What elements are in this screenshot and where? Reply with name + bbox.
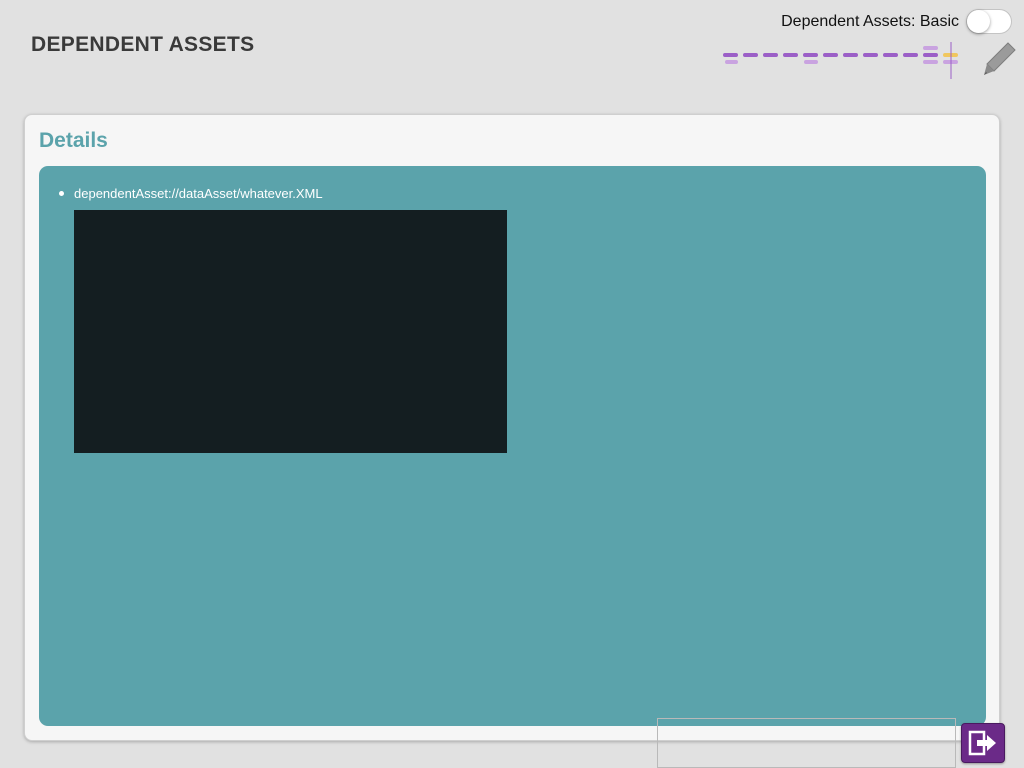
mode-toggle[interactable] (966, 9, 1012, 34)
bottom-input-area[interactable] (657, 718, 956, 768)
asset-path: dependentAsset://dataAsset/whatever.XML (74, 186, 323, 201)
exit-icon (968, 730, 996, 756)
asset-list: dependentAsset://dataAsset/whatever.XML (59, 186, 323, 201)
asset-preview (74, 210, 507, 453)
pencil-icon[interactable] (978, 40, 1018, 80)
mode-label: Dependent Assets: Basic (781, 13, 959, 30)
list-item[interactable]: dependentAsset://dataAsset/whatever.XML (59, 186, 323, 201)
timeline-track[interactable] (720, 42, 965, 82)
details-panel: dependentAsset://dataAsset/whatever.XML (39, 166, 986, 726)
exit-button[interactable] (961, 723, 1005, 763)
toggle-knob (967, 10, 990, 33)
details-heading: Details (39, 129, 108, 152)
bullet-icon (59, 191, 64, 196)
details-card: Details dependentAsset://dataAsset/whate… (24, 114, 1000, 741)
page-title: DEPENDENT ASSETS (31, 33, 255, 56)
timeline-light-dashes (725, 46, 958, 64)
